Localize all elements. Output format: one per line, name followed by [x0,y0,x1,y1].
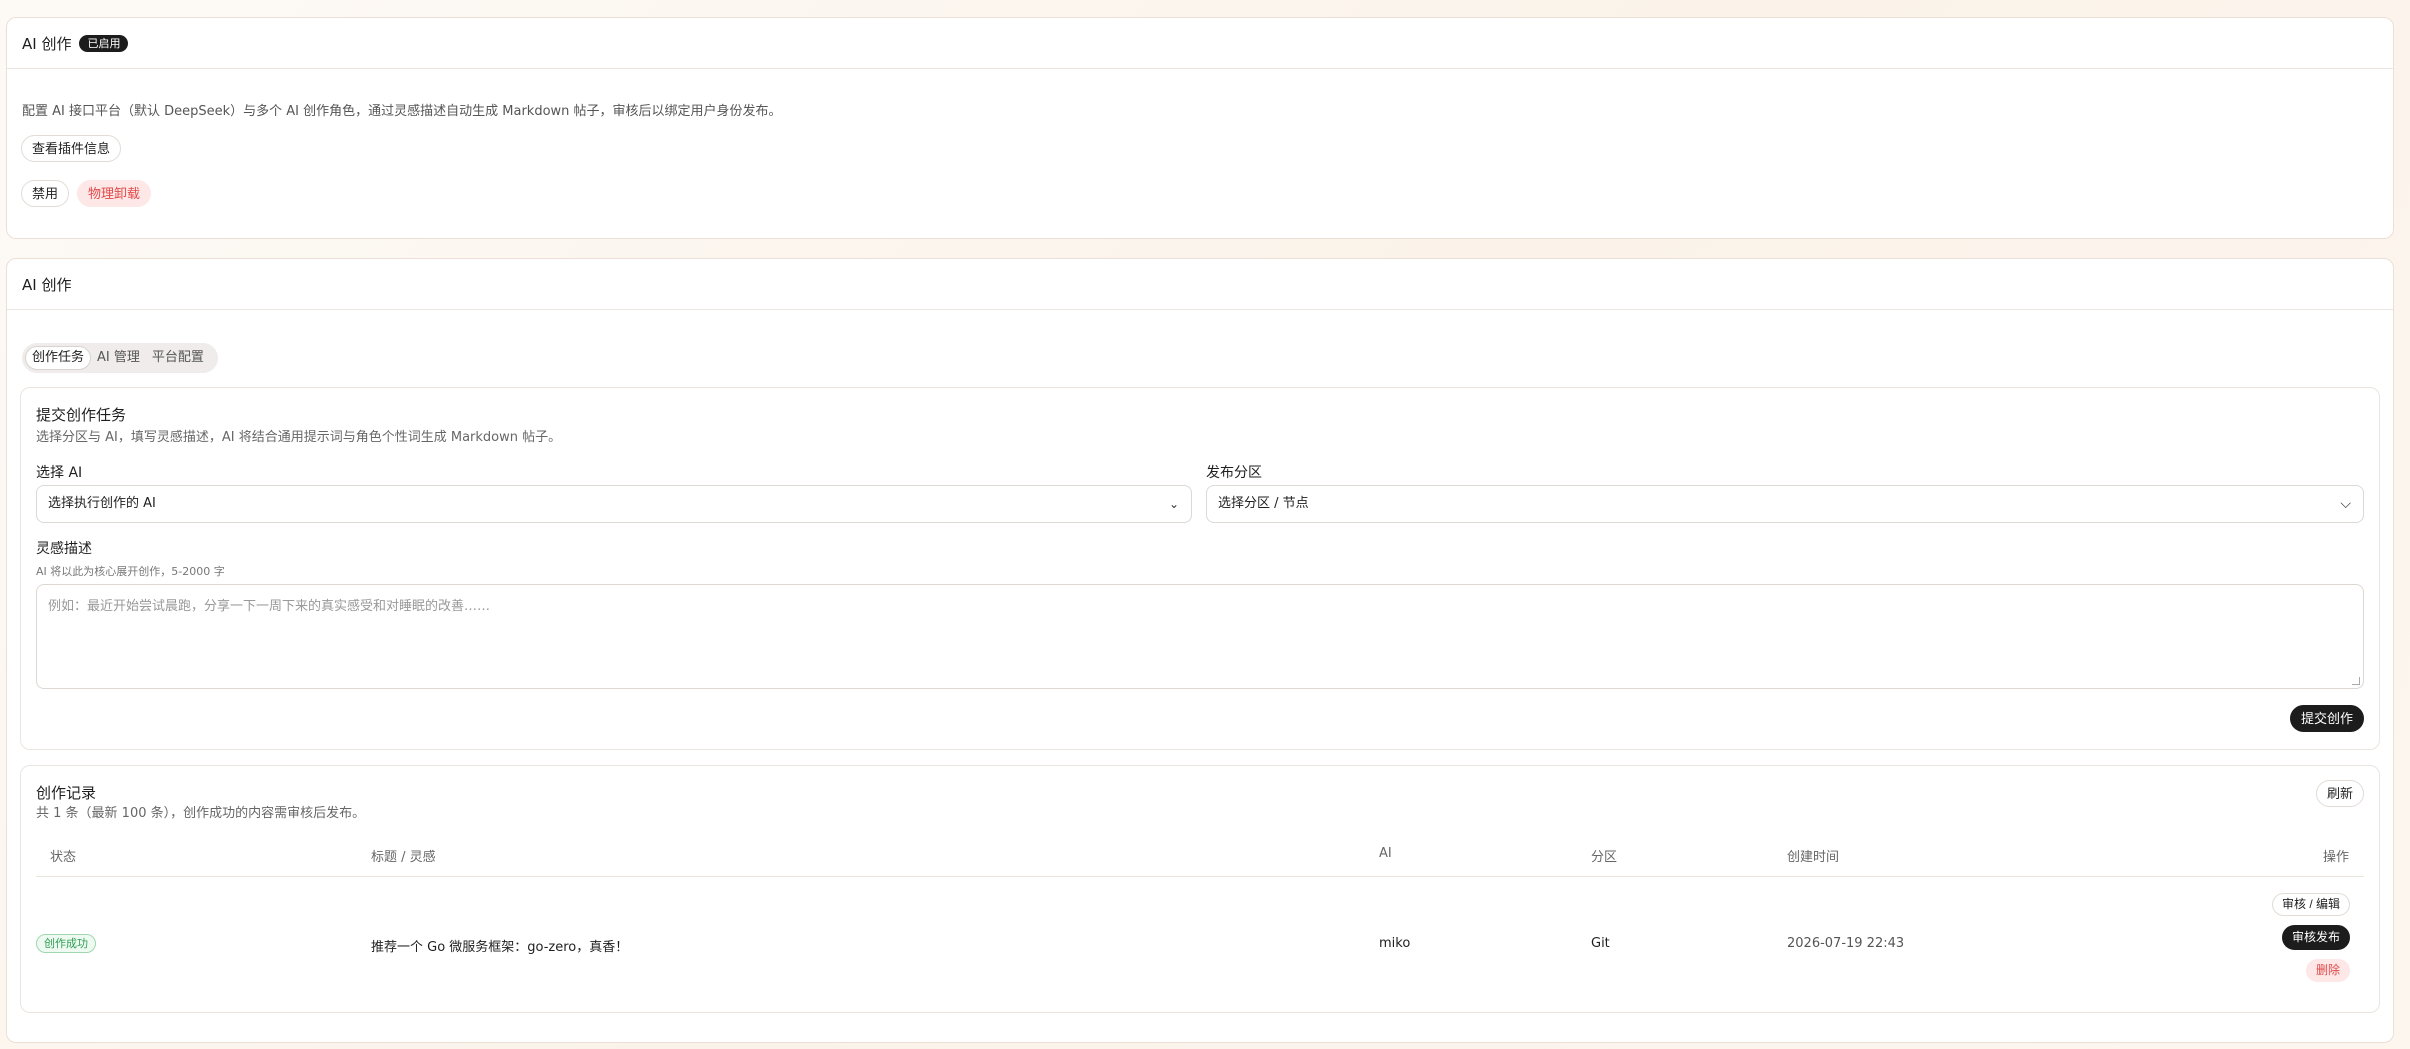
plugin-header: AI 创作 已启用 [7,18,2393,69]
ai-select[interactable]: 选择执行创作的 AI ⌄ [36,485,1192,523]
review-edit-button[interactable]: 审核 / 编辑 [2271,893,2350,916]
col-created: 创建时间 [1787,850,1840,865]
tab-tasks[interactable]: 创作任务 [25,346,92,370]
col-status: 状态 [50,850,77,865]
ai-select-label: 选择 AI [36,465,83,481]
main-card: AI 创作 创作任务 AI 管理 平台配置 提交创作任务 选择分区与 AI，填写… [6,258,2394,1043]
status-badge: 已启用 [79,34,129,52]
plugin-info-button[interactable]: 查看插件信息 [21,135,122,162]
form-title: 提交创作任务 [36,406,127,424]
row-title: 推荐一个 Go 微服务框架：go-zero，真香！ [371,940,629,955]
row-section: Git [1591,936,1610,951]
inspiration-textarea[interactable]: 例如：最近开始尝试晨跑，分享一下一周下来的真实感受和对睡眠的改善…… [36,584,2364,689]
table-divider [36,876,2364,877]
plugin-card: AI 创作 已启用 配置 AI 接口平台（默认 DeepSeek）与多个 AI … [6,17,2394,239]
records-subtitle: 共 1 条（最新 100 条），创作成功的内容需审核后发布。 [36,806,366,821]
plugin-description: 配置 AI 接口平台（默认 DeepSeek）与多个 AI 创作角色，通过灵感描… [22,104,782,119]
row-created: 2026-07-19 22:43 [1787,936,1905,951]
review-publish-button[interactable]: 审核发布 [2281,925,2350,950]
tab-bar: 创作任务 AI 管理 平台配置 [22,343,218,373]
disable-button[interactable]: 禁用 [21,180,70,207]
main-header: AI 创作 [7,259,2393,310]
uninstall-button[interactable]: 物理卸载 [77,180,152,207]
inspiration-placeholder: 例如：最近开始尝试晨跑，分享一下一周下来的真实感受和对睡眠的改善…… [48,599,491,614]
records-panel: 创作记录 共 1 条（最新 100 条），创作成功的内容需审核后发布。 刷新 状… [20,765,2380,1013]
refresh-button[interactable]: 刷新 [2315,780,2364,807]
section-select[interactable]: 选择分区 / 节点 ⌵ [1206,485,2364,523]
form-subtitle: 选择分区与 AI，填写灵感描述，AI 将结合通用提示词与角色个性词生成 Mark… [36,430,562,445]
resize-handle-icon[interactable] [2352,677,2360,685]
col-title: 标题 / 灵感 [371,850,436,865]
inspiration-label: 灵感描述 [36,541,92,557]
plugin-title: AI 创作 [22,34,72,53]
col-ai: AI [1379,846,1392,861]
col-actions: 操作 [2322,850,2349,865]
records-title: 创作记录 [36,784,97,802]
delete-button[interactable]: 删除 [2305,959,2350,982]
ai-select-value: 选择执行创作的 AI [48,496,156,511]
main-title: AI 创作 [22,275,72,294]
tab-ai-manage[interactable]: AI 管理 [91,346,146,370]
section-select-label: 发布分区 [1206,465,1262,481]
section-select-value: 选择分区 / 节点 [1218,496,1309,511]
submit-task-button[interactable]: 提交创作 [2289,705,2364,732]
status-badge: 创作成功 [36,934,96,953]
tab-platform-config[interactable]: 平台配置 [146,346,210,370]
inspiration-hint: AI 将以此为核心展开创作，5-2000 字 [36,565,225,578]
submit-task-panel: 提交创作任务 选择分区与 AI，填写灵感描述，AI 将结合通用提示词与角色个性词… [20,387,2380,750]
col-section: 分区 [1591,850,1618,865]
chevron-down-icon: ⌄ [1168,497,1179,511]
row-ai: miko [1379,936,1411,951]
chevron-down-icon: ⌵ [2340,496,2351,512]
